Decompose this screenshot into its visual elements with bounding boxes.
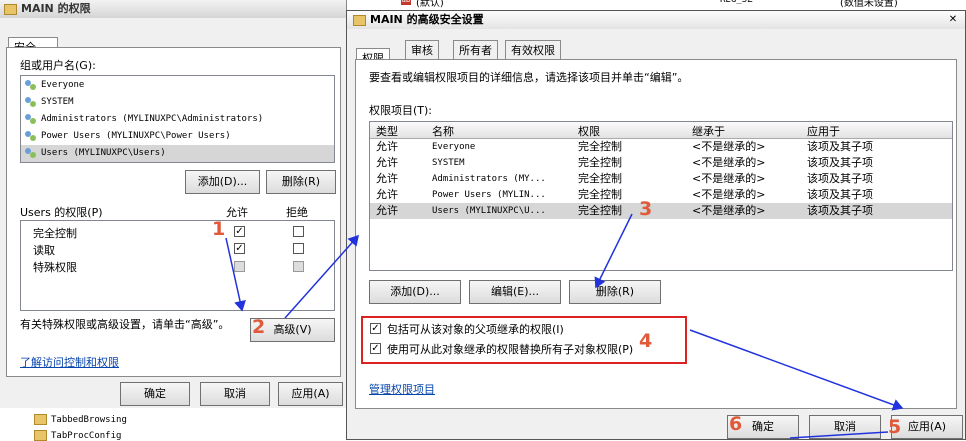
arrow-to-ok [789, 431, 889, 439]
step-number-3: 3 [639, 198, 653, 220]
step-number-2: 2 [252, 316, 266, 338]
arrow-to-advanced-window [284, 234, 359, 319]
step-number-5: 5 [888, 416, 902, 438]
arrow-to-remove [594, 213, 633, 289]
arrow-to-apply [689, 329, 904, 411]
step-number-4: 4 [639, 330, 653, 352]
step-number-6: 6 [729, 413, 743, 435]
annotation-arrows [225, 213, 904, 439]
arrow-to-advanced [225, 237, 246, 312]
step-number-1: 1 [212, 218, 226, 240]
